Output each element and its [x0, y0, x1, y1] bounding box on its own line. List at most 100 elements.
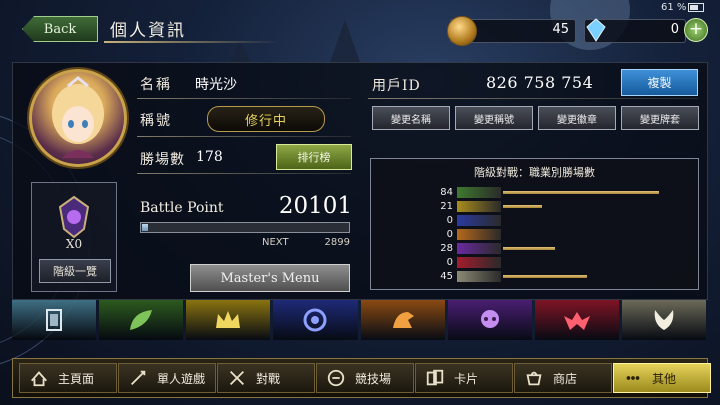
change-title-button[interactable]: 變更稱號: [455, 106, 533, 130]
rank-list-button[interactable]: 階級一覽: [39, 259, 111, 283]
runecraft-tab[interactable]: [273, 300, 358, 340]
battery-level: 61 %: [661, 2, 687, 13]
havencraft-icon: [457, 271, 501, 282]
crystal-currency: 0: [584, 18, 686, 43]
shop-icon: [526, 371, 542, 386]
class-wins-panel: 階級對戰：職業別勝場數 84 21 0 0 28 0 45: [370, 158, 699, 290]
next-label: NEXT: [262, 237, 289, 248]
nav-battle[interactable]: 對戰: [217, 363, 315, 393]
class-wins-value: 0: [446, 215, 453, 226]
nav-label: 商店: [553, 371, 578, 386]
class-wins-value: 0: [446, 229, 453, 240]
class-wins-row: 45: [371, 271, 698, 283]
page-title: 個人資訊: [110, 21, 186, 41]
class-wins-row: 0: [371, 215, 698, 227]
nav-other[interactable]: 其他: [613, 363, 711, 393]
skull-icon: [480, 310, 499, 328]
name-value: 時光沙: [195, 77, 237, 93]
forestcraft-icon: [457, 187, 501, 198]
class-wins-bar: [503, 205, 542, 208]
class-wins-row: 0: [371, 229, 698, 241]
user-id-label: 用戶ID: [372, 78, 421, 94]
change-name-button[interactable]: 變更名稱: [372, 106, 450, 130]
crown-icon: [216, 311, 241, 328]
arena-icon: [327, 369, 345, 387]
rank-count: X0: [65, 237, 83, 251]
class-wins-row: 28: [371, 243, 698, 255]
dragoncraft-tab[interactable]: [360, 300, 445, 340]
nav-arena[interactable]: 競技場: [316, 363, 414, 393]
card-icon: [46, 309, 63, 331]
class-wins-bar: [503, 275, 587, 278]
leaf-icon: [130, 310, 153, 330]
change-sleeve-button[interactable]: 變更牌套: [621, 106, 699, 130]
top-bar: 61 % Back 個人資訊 45 0 +: [0, 0, 720, 46]
class-wins-value: 45: [440, 271, 453, 282]
nav-shop[interactable]: 商店: [514, 363, 612, 393]
name-label: 名稱: [140, 77, 172, 93]
next-value: 2899: [324, 237, 350, 248]
add-crystal-button[interactable]: +: [684, 18, 708, 42]
class-selector: [12, 300, 706, 342]
swordcraft-icon: [457, 201, 501, 212]
neutral-tab[interactable]: [12, 300, 97, 340]
wins-label: 勝場數: [140, 152, 185, 168]
dragoncraft-icon: [457, 229, 501, 240]
masters-menu-button[interactable]: Master's Menu: [190, 264, 350, 292]
wins-value: 178: [196, 149, 223, 165]
bloodcraft-icon: [457, 257, 501, 268]
nav-label: 卡片: [454, 371, 479, 386]
gold-coin-icon: [447, 16, 477, 46]
nav-home[interactable]: 主頁面: [19, 363, 117, 393]
title-divider: [104, 41, 280, 43]
battery-indicator: 61 %: [661, 2, 705, 13]
change-emblem-button[interactable]: 變更徽章: [538, 106, 616, 130]
shadowcraft-tab[interactable]: [447, 300, 532, 340]
nav-label: 單人遊戲: [157, 371, 206, 386]
forestcraft-tab[interactable]: [99, 300, 184, 340]
class-wins-row: 0: [371, 257, 698, 269]
battle-point-fill: [142, 224, 148, 231]
back-button[interactable]: Back: [22, 16, 98, 42]
nav-cards[interactable]: 卡片: [415, 363, 513, 393]
dragon-icon: [392, 312, 414, 328]
battle-point-bar: [140, 222, 350, 233]
class-wins-value: 84: [440, 187, 453, 198]
wings-icon: [654, 310, 674, 330]
gold-amount: 45: [552, 22, 569, 37]
avatar[interactable]: [29, 69, 127, 167]
rank-emblem-icon: [58, 195, 90, 239]
class-wins-row: 21: [371, 201, 698, 213]
wins-divider: [137, 173, 351, 174]
user-id-value: 826 758 754: [486, 73, 594, 92]
cards-icon: [426, 369, 444, 386]
ranking-button[interactable]: 排行榜: [276, 144, 352, 170]
battle-icon: [229, 370, 245, 386]
crystal-icon: [586, 18, 606, 42]
avatar-portrait-icon: [52, 76, 104, 158]
class-wins-value: 21: [440, 201, 453, 212]
gold-currency: 45: [447, 16, 576, 46]
title-badge: 修行中: [207, 106, 325, 132]
title-divider: [137, 136, 351, 137]
bottom-navigation: 主頁面 單人遊戲 對戰 競技場 卡片 商店 其他: [12, 358, 711, 398]
nav-label: 對戰: [256, 371, 281, 386]
solo-play-icon: [130, 370, 146, 386]
home-icon: [31, 371, 47, 387]
bat-icon: [563, 312, 590, 330]
battery-icon: [688, 2, 705, 12]
swordcraft-tab[interactable]: [186, 300, 271, 340]
uid-divider: [368, 98, 698, 99]
rank-emblem-box: X0 階級一覽: [31, 182, 117, 292]
nav-label: 其他: [652, 371, 677, 386]
shadowcraft-icon: [457, 243, 501, 254]
copy-id-button[interactable]: 複製: [621, 69, 698, 96]
havencraft-tab[interactable]: [621, 300, 706, 340]
class-wins-row: 84: [371, 187, 698, 199]
rune-icon: [303, 308, 327, 332]
bloodcraft-tab[interactable]: [534, 300, 619, 340]
nav-label: 主頁面: [58, 371, 95, 386]
nav-solo-play[interactable]: 單人遊戲: [118, 363, 216, 393]
class-wins-title: 階級對戰：職業別勝場數: [474, 166, 595, 179]
class-wins-bar: [503, 191, 659, 194]
